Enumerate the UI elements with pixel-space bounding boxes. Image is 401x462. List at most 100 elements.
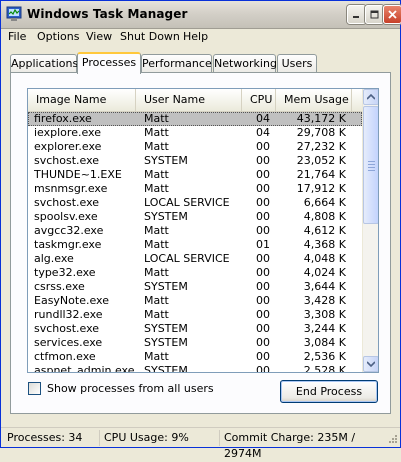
- menu-file[interactable]: File: [8, 29, 26, 44]
- process-image-name: iexplore.exe: [34, 126, 101, 139]
- process-cpu: 00: [256, 140, 270, 153]
- process-cpu: 00: [256, 182, 270, 195]
- table-row[interactable]: iexplore.exe Matt 04 29,708 K: [28, 126, 362, 140]
- process-mem-usage: 3,084 K: [303, 336, 346, 349]
- process-user-name: SYSTEM: [144, 210, 188, 223]
- process-cpu: 04: [256, 112, 270, 125]
- table-row[interactable]: svchost.exe LOCAL SERVICE 00 6,664 K: [28, 196, 362, 210]
- process-image-name: avgcc32.exe: [34, 224, 104, 237]
- vertical-scrollbar[interactable]: [362, 89, 378, 372]
- process-cpu: 00: [256, 168, 270, 181]
- process-mem-usage: 21,764 K: [296, 168, 346, 181]
- menu-view[interactable]: View: [86, 29, 112, 44]
- menu-options[interactable]: Options: [37, 29, 79, 44]
- process-mem-usage: 29,708 K: [296, 126, 346, 139]
- scroll-thumb[interactable]: [363, 106, 378, 224]
- process-image-name: taskmgr.exe: [34, 238, 102, 251]
- process-cpu: 00: [256, 252, 270, 265]
- process-mem-usage: 27,232 K: [296, 140, 346, 153]
- process-mem-usage: 3,644 K: [303, 280, 346, 293]
- process-mem-usage: 23,052 K: [296, 154, 346, 167]
- process-mem-usage: 6,664 K: [303, 196, 346, 209]
- process-list[interactable]: Image Name User Name CPU Mem Usage firef…: [27, 88, 379, 373]
- scroll-down-button[interactable]: [363, 356, 378, 372]
- process-mem-usage: 4,368 K: [303, 238, 346, 251]
- table-row[interactable]: ctfmon.exe Matt 00 2,536 K: [28, 350, 362, 364]
- process-cpu: 00: [256, 294, 270, 307]
- minimize-button[interactable]: [347, 5, 366, 24]
- process-user-name: Matt: [144, 266, 169, 279]
- process-cpu: 00: [256, 280, 270, 293]
- table-row[interactable]: EasyNote.exe Matt 00 3,428 K: [28, 294, 362, 308]
- status-bar: Processes: 34 CPU Usage: 9% Commit Charg…: [1, 427, 400, 460]
- table-row[interactable]: rundll32.exe Matt 00 3,308 K: [28, 308, 362, 322]
- process-user-name: Matt: [144, 224, 169, 237]
- process-cpu: 00: [256, 210, 270, 223]
- task-manager-window: Windows Task Manager File Options View S…: [0, 0, 401, 460]
- show-all-users-option[interactable]: Show processes from all users: [28, 381, 214, 395]
- menu-bar: File Options View Shut Down Help: [1, 28, 400, 46]
- table-row[interactable]: svchost.exe SYSTEM 00 3,244 K: [28, 322, 362, 336]
- menu-shut-down[interactable]: Shut Down: [120, 29, 180, 44]
- table-row[interactable]: explorer.exe Matt 00 27,232 K: [28, 140, 362, 154]
- title-bar[interactable]: Windows Task Manager: [1, 1, 401, 29]
- process-user-name: Matt: [144, 308, 169, 321]
- scroll-up-button[interactable]: [363, 89, 378, 105]
- process-user-name: Matt: [144, 238, 169, 251]
- process-image-name: msnmsgr.exe: [34, 182, 108, 195]
- process-image-name: spoolsv.exe: [34, 210, 98, 223]
- process-user-name: SYSTEM: [144, 280, 188, 293]
- process-user-name: SYSTEM: [144, 154, 188, 167]
- process-image-name: csrss.exe: [34, 280, 85, 293]
- maximize-icon: [370, 10, 379, 19]
- tab-processes[interactable]: Processes: [77, 52, 141, 74]
- table-row[interactable]: type32.exe Matt 00 4,024 K: [28, 266, 362, 280]
- table-row[interactable]: csrss.exe SYSTEM 00 3,644 K: [28, 280, 362, 294]
- tab-performance[interactable]: Performance: [141, 54, 212, 72]
- process-image-name: explorer.exe: [34, 140, 102, 153]
- table-row[interactable]: msnmsgr.exe Matt 00 17,912 K: [28, 182, 362, 196]
- table-row[interactable]: spoolsv.exe SYSTEM 00 4,808 K: [28, 210, 362, 224]
- end-process-button[interactable]: End Process: [280, 380, 378, 403]
- process-mem-usage: 4,024 K: [303, 266, 346, 279]
- table-row[interactable]: taskmgr.exe Matt 01 4,368 K: [28, 238, 362, 252]
- process-cpu: 01: [256, 238, 270, 251]
- column-image-name[interactable]: Image Name: [28, 89, 136, 111]
- menu-help[interactable]: Help: [183, 29, 208, 44]
- process-mem-usage: 17,912 K: [296, 182, 346, 195]
- process-image-name: ctfmon.exe: [34, 350, 96, 363]
- show-all-users-checkbox[interactable]: [28, 381, 41, 395]
- process-user-name: Matt: [144, 126, 169, 139]
- process-image-name: THUNDE~1.EXE: [34, 168, 122, 181]
- tab-networking[interactable]: Networking: [213, 54, 277, 72]
- tab-users[interactable]: Users: [277, 54, 317, 72]
- tab-applications[interactable]: Applications: [10, 54, 78, 72]
- process-image-name: firefox.exe: [34, 112, 92, 125]
- table-row[interactable]: svchost.exe SYSTEM 00 23,052 K: [28, 154, 362, 168]
- process-mem-usage: 3,308 K: [303, 308, 346, 321]
- table-row[interactable]: firefox.exe Matt 04 43,172 K: [28, 112, 362, 126]
- window-title: Windows Task Manager: [27, 7, 188, 21]
- process-mem-usage: 4,808 K: [303, 210, 346, 223]
- task-manager-icon: [6, 6, 22, 21]
- table-row[interactable]: services.exe SYSTEM 00 3,084 K: [28, 336, 362, 350]
- table-row[interactable]: aspnet_admin.exe SYSTEM 00 2,528 K: [28, 364, 362, 372]
- table-row[interactable]: THUNDE~1.EXE Matt 00 21,764 K: [28, 168, 362, 182]
- process-user-name: Matt: [144, 140, 169, 153]
- column-user-name[interactable]: User Name: [136, 89, 242, 111]
- table-row[interactable]: alg.exe LOCAL SERVICE 00 4,048 K: [28, 252, 362, 266]
- resize-grip-icon[interactable]: [386, 434, 398, 446]
- close-button[interactable]: [383, 5, 401, 24]
- table-row[interactable]: avgcc32.exe Matt 00 4,612 K: [28, 224, 362, 238]
- column-cpu[interactable]: CPU: [242, 89, 276, 111]
- minimize-icon: [353, 16, 359, 18]
- show-all-users-label[interactable]: Show processes from all users: [47, 382, 214, 395]
- process-cpu: 04: [256, 126, 270, 139]
- column-mem-usage[interactable]: Mem Usage: [276, 89, 352, 111]
- process-cpu: 00: [256, 350, 270, 363]
- process-image-name: svchost.exe: [34, 154, 100, 167]
- process-user-name: SYSTEM: [144, 322, 188, 335]
- maximize-button[interactable]: [365, 5, 384, 24]
- process-cpu: 00: [256, 154, 270, 167]
- process-image-name: type32.exe: [34, 266, 96, 279]
